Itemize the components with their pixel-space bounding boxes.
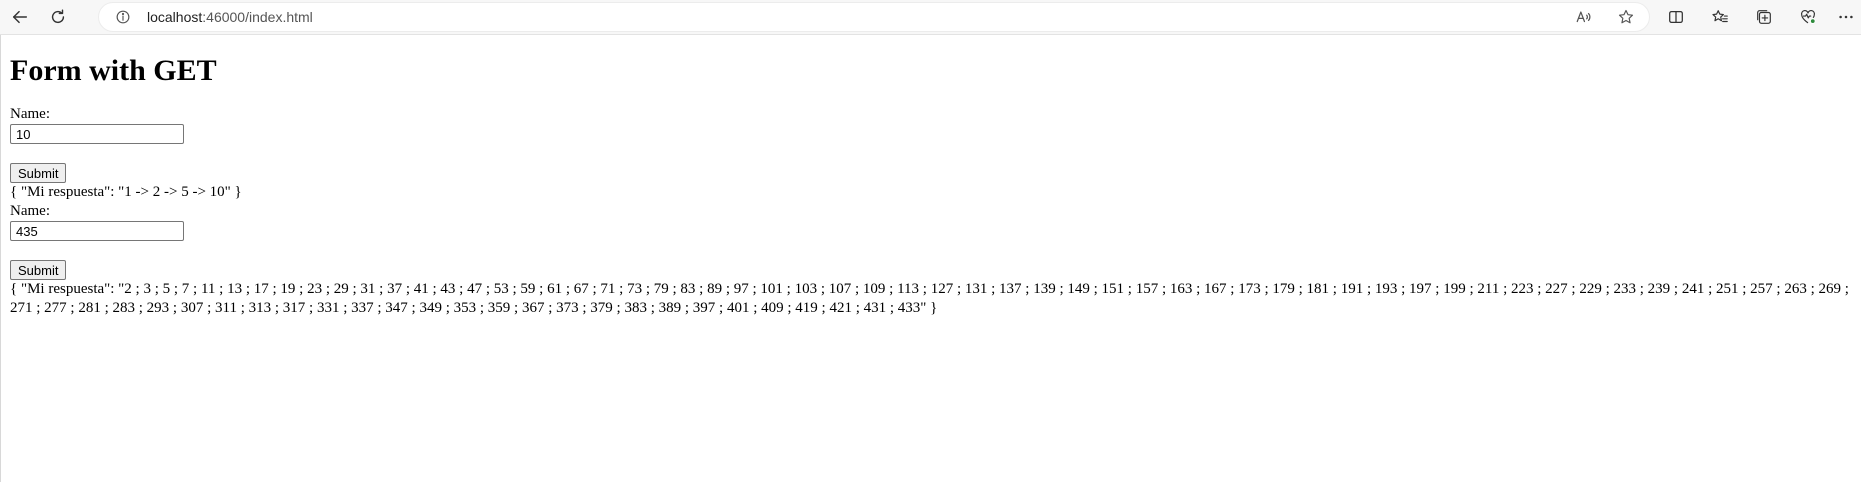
submit-button[interactable]: Submit xyxy=(10,260,67,280)
page-title: Form with GET xyxy=(10,54,217,87)
get-form: Name: Submit xyxy=(10,105,1861,183)
name-input[interactable] xyxy=(10,124,184,144)
collections-icon[interactable] xyxy=(1752,5,1776,29)
page-viewport: Form with GET Name: Submit { "Mi respues… xyxy=(0,35,1861,482)
read-aloud-icon[interactable] xyxy=(1572,5,1596,29)
browser-toolbar: localhost:46000/index.html xyxy=(0,0,1861,35)
url-host: localhost xyxy=(147,9,203,25)
page-content: Form with GET Name: Submit { "Mi respues… xyxy=(10,35,1861,318)
response-text: { "Mi respuesta": "1 -> 2 -> 5 -> 10" } xyxy=(10,184,242,200)
url-text[interactable]: localhost:46000/index.html xyxy=(147,9,313,25)
address-bar[interactable]: localhost:46000/index.html xyxy=(98,2,1650,32)
name-label: Name: xyxy=(10,106,50,122)
name-label: Name: xyxy=(10,203,50,219)
refresh-icon[interactable] xyxy=(46,5,70,29)
get-form: Name: Submit xyxy=(10,202,1861,280)
star-icon[interactable] xyxy=(1614,5,1638,29)
response-text: { "Mi respuesta": "2 ; 3 ; 5 ; 7 ; 11 ; … xyxy=(10,281,1849,316)
heart-pulse-icon[interactable] xyxy=(1796,5,1820,29)
more-icon[interactable] xyxy=(1834,5,1858,29)
split-screen-icon[interactable] xyxy=(1664,5,1688,29)
favorites-icon[interactable] xyxy=(1708,5,1732,29)
info-icon[interactable] xyxy=(111,5,135,29)
url-path: :46000/index.html xyxy=(202,9,313,25)
name-input[interactable] xyxy=(10,221,184,241)
back-arrow-icon[interactable] xyxy=(8,5,32,29)
browser-window: localhost:46000/index.html Form with GET… xyxy=(0,0,1861,482)
submit-button[interactable]: Submit xyxy=(10,163,67,183)
